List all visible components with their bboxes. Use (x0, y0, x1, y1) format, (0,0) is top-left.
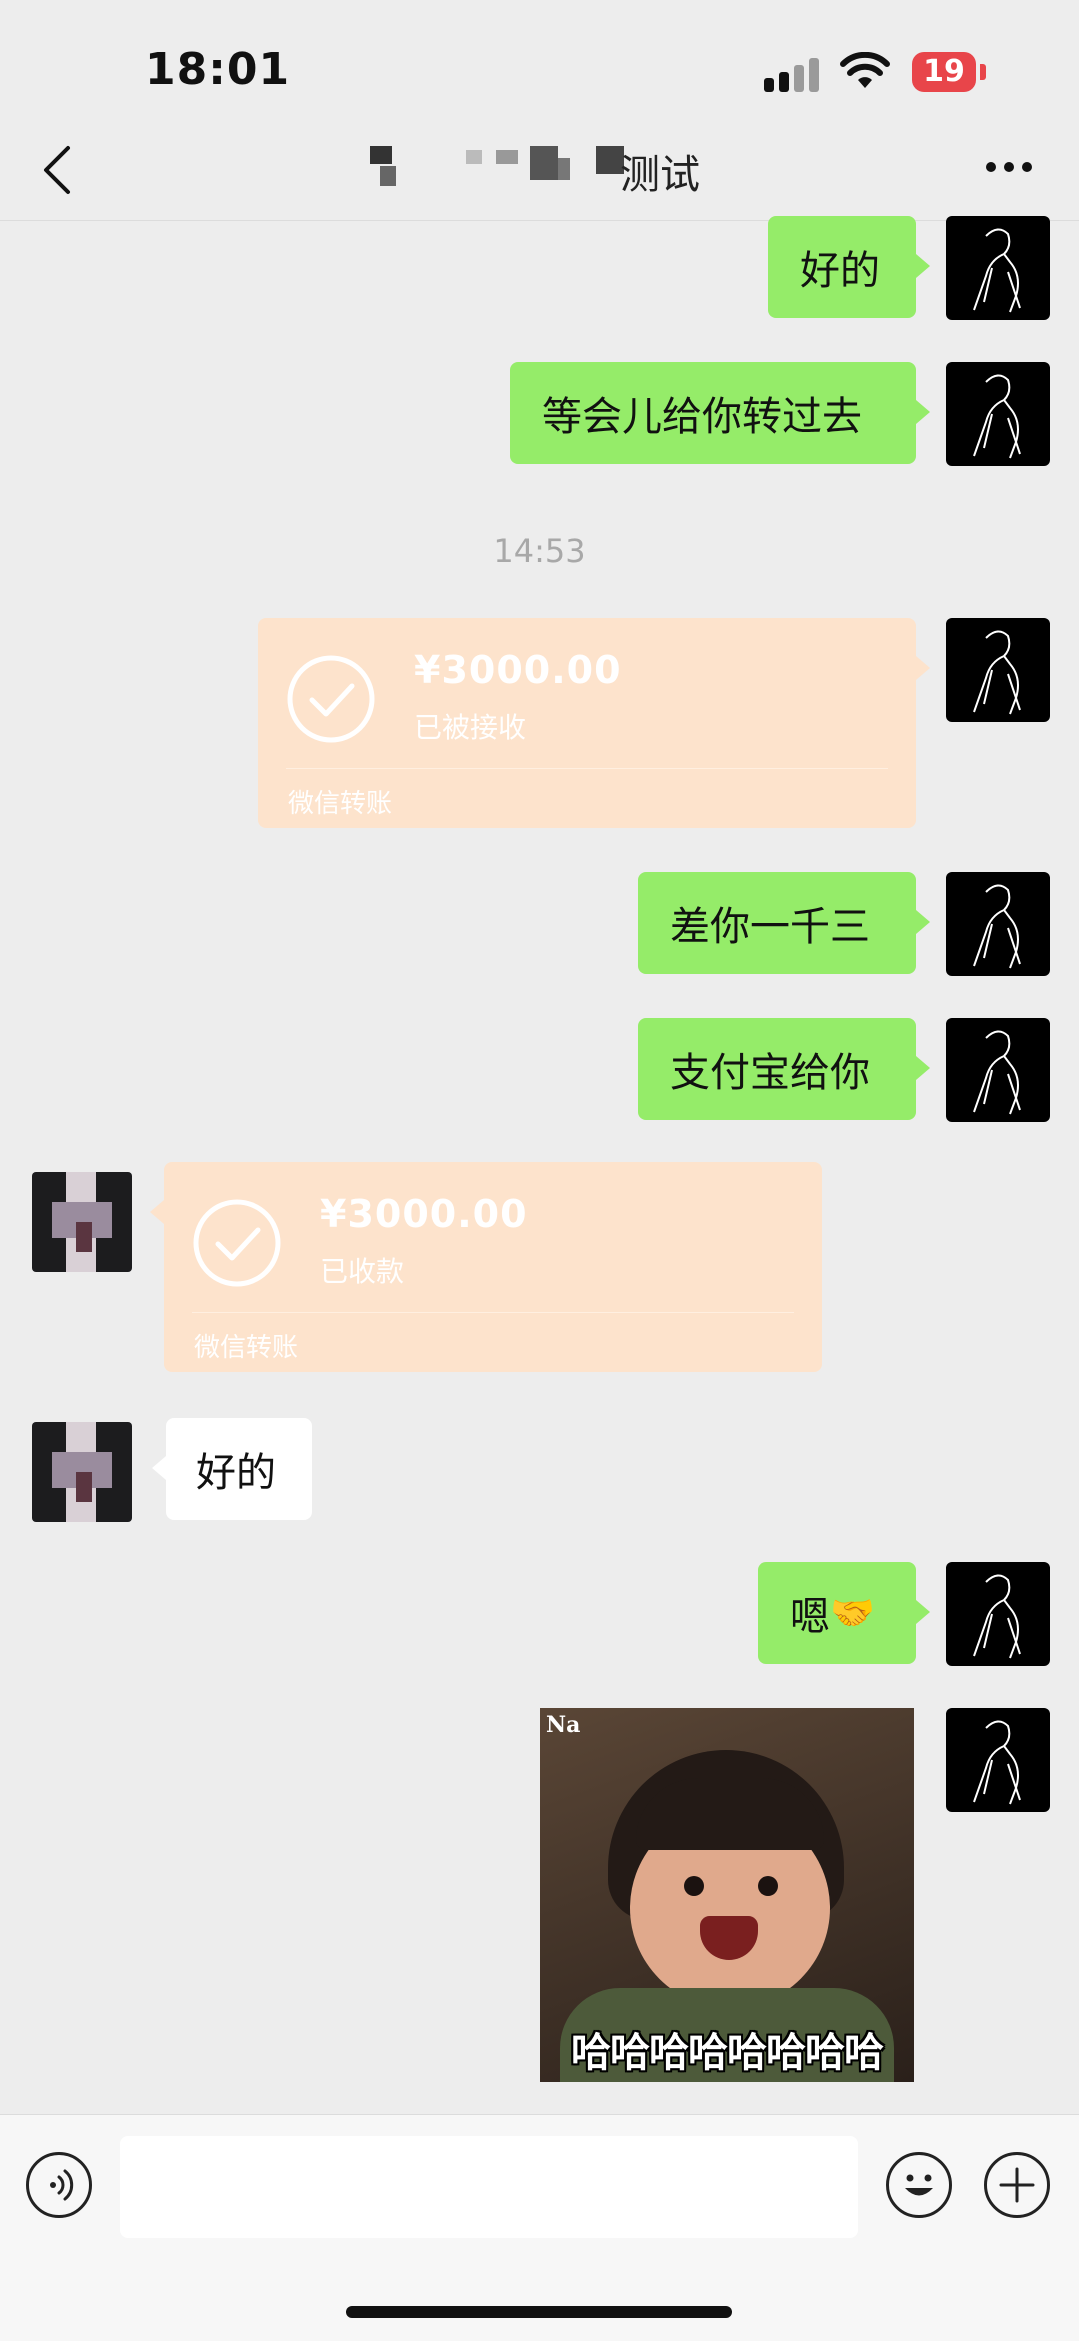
status-time: 18:01 (145, 44, 291, 95)
time-separator: 14:53 (493, 532, 586, 570)
transfer-status: 已被接收 (414, 711, 527, 744)
my-avatar[interactable] (946, 1018, 1050, 1122)
smiley-icon (905, 2174, 933, 2196)
outgoing-message-bubble[interactable]: 嗯 🤝 (758, 1562, 930, 1664)
sketch-figure-icon (973, 374, 1021, 459)
sketch-figure-icon (973, 228, 1021, 313)
laughing-baby-sticker[interactable]: Na 哈哈哈哈哈哈哈哈 (540, 1708, 914, 2082)
more-options-icon[interactable] (980, 158, 1040, 174)
sketch-figure-icon (973, 630, 1021, 715)
header-divider (0, 220, 1079, 221)
my-avatar[interactable] (946, 1562, 1050, 1666)
sticker-caption: 哈哈哈哈哈哈哈哈 (571, 2030, 884, 2076)
transfer-amount: ¥3000.00 (414, 648, 622, 692)
contact-avatar[interactable] (32, 1172, 132, 1272)
my-avatar[interactable] (946, 362, 1050, 466)
plus-icon (999, 2167, 1035, 2203)
battery-indicator: 19 (912, 52, 976, 92)
transfer-divider (286, 768, 888, 769)
incoming-message-bubble[interactable]: 好的 (152, 1418, 312, 1520)
outgoing-message-bubble[interactable]: 等会儿给你转过去 (510, 362, 930, 464)
message-input[interactable] (120, 2136, 858, 2238)
check-circle-icon (287, 655, 375, 743)
sticker-eye-right (758, 1876, 778, 1896)
check-circle-icon (193, 1199, 281, 1287)
pixelated-name-block (496, 150, 518, 164)
pixelated-name-block (558, 158, 570, 180)
outgoing-message-bubble[interactable]: 差你一千三 (638, 872, 930, 974)
sketch-figure-icon (973, 1574, 1021, 1659)
more-functions-button[interactable] (984, 2152, 1050, 2218)
transfer-amount: ¥3000.00 (320, 1192, 528, 1236)
message-text: 嗯 (790, 1594, 830, 1640)
transfer-source: 微信转账 (194, 1333, 299, 1363)
cellular-signal-icon (764, 56, 820, 92)
sticker-eye-left (684, 1876, 704, 1896)
transfer-divider (192, 1312, 794, 1313)
transfer-status: 已收款 (320, 1255, 405, 1288)
wifi-icon (840, 52, 890, 88)
pixelated-name-block (380, 166, 396, 186)
pixelated-name-block (530, 146, 558, 180)
my-avatar[interactable] (946, 872, 1050, 976)
battery-cap (980, 64, 986, 80)
my-avatar[interactable] (946, 216, 1050, 320)
my-avatar[interactable] (946, 1708, 1050, 1812)
contact-avatar[interactable] (32, 1422, 132, 1522)
message-text: 等会儿给你转过去 (542, 394, 862, 440)
transfer-card-received[interactable]: ¥3000.00 已收款 微信转账 (150, 1162, 822, 1372)
transfer-card-sent[interactable]: ¥3000.00 已被接收 微信转账 (258, 618, 930, 828)
sketch-figure-icon (973, 884, 1021, 969)
chat-title: 测试 (370, 140, 750, 200)
message-text: 好的 (800, 248, 880, 294)
outgoing-message-bubble[interactable]: 支付宝给你 (638, 1018, 930, 1120)
home-indicator[interactable] (346, 2306, 732, 2318)
message-text: 好的 (196, 1450, 276, 1496)
chat-title-suffix: 测试 (620, 152, 700, 198)
sketch-figure-icon (973, 1030, 1021, 1115)
voice-input-button[interactable] (26, 2152, 92, 2218)
voice-icon (50, 2169, 74, 2201)
message-text: 差你一千三 (670, 904, 870, 950)
sticker-tag: Na (546, 1712, 581, 1738)
message-text: 支付宝给你 (670, 1050, 870, 1096)
back-chevron-icon[interactable] (38, 142, 78, 198)
outgoing-message-bubble[interactable]: 好的 (768, 216, 930, 318)
sticker-bangs (636, 1778, 824, 1850)
transfer-source: 微信转账 (288, 789, 393, 819)
my-avatar[interactable] (946, 618, 1050, 722)
emoji-button[interactable] (886, 2152, 952, 2218)
sketch-figure-icon (973, 1720, 1021, 1805)
pixelated-name-block (466, 150, 482, 164)
handshake-emoji: 🤝 (830, 1593, 875, 1634)
pixelated-name-block (370, 146, 392, 164)
